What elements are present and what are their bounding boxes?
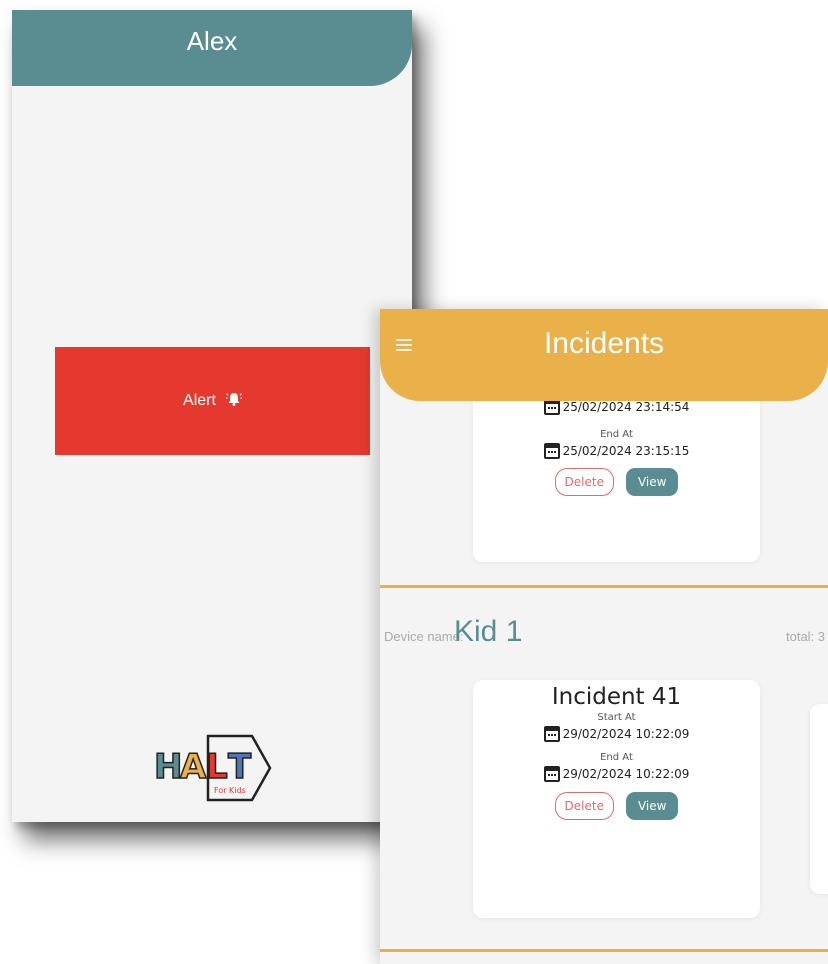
end-caption: End At — [600, 752, 633, 763]
svg-text:For Kids: For Kids — [214, 786, 246, 795]
app-header: Alex — [12, 10, 412, 86]
device-name-label: Device name: — [384, 629, 464, 644]
app-header: Incidents — [380, 309, 828, 401]
start-date-value: 25/02/2024 23:14:54 — [562, 400, 690, 414]
bell-alert-icon — [225, 391, 242, 412]
svg-text:H: H — [154, 747, 182, 787]
alert-button[interactable]: Alert — [55, 347, 370, 455]
halt-logo: H A L T For Kids — [152, 732, 272, 802]
alert-button-label: Alert — [183, 392, 216, 409]
calendar-icon — [543, 399, 560, 415]
calendar-icon — [543, 443, 560, 459]
page-title: Alex — [186, 26, 238, 56]
start-caption: Start At — [597, 712, 636, 723]
delete-button[interactable]: Delete — [554, 468, 614, 496]
end-caption: End At — [600, 429, 633, 440]
page-title: Incidents — [543, 327, 665, 360]
calendar-icon — [543, 766, 560, 782]
incident-card: Incident 41 Start At 29/02/2024 10:22:09… — [473, 680, 760, 918]
device-name: Kid 1 — [454, 615, 523, 648]
incidents-screen: Incidents 25/02/2024 23:14:54 End At 25/… — [380, 309, 828, 964]
device-header: Device name: Kid 1 total: 3 — [380, 615, 828, 655]
end-date-value: 29/02/2024 10:22:09 — [562, 767, 690, 781]
incident-title: Incident 41 — [551, 684, 682, 710]
delete-button[interactable]: Delete — [554, 792, 614, 820]
section-divider — [380, 949, 828, 952]
view-button[interactable]: View — [625, 468, 679, 496]
total-count: total: 3 — [786, 629, 826, 644]
svg-text:L: L — [206, 747, 228, 787]
svg-text:T: T — [228, 747, 252, 787]
start-date-value: 29/02/2024 10:22:09 — [562, 727, 690, 741]
svg-text:A: A — [180, 747, 207, 787]
alex-screen: Alex Alert H A L T For Kids — [12, 10, 412, 822]
view-button[interactable]: View — [625, 792, 679, 820]
calendar-icon — [543, 726, 560, 742]
end-date-value: 25/02/2024 23:15:15 — [562, 444, 690, 458]
incident-card-partial — [810, 704, 828, 894]
section-divider — [380, 585, 828, 588]
